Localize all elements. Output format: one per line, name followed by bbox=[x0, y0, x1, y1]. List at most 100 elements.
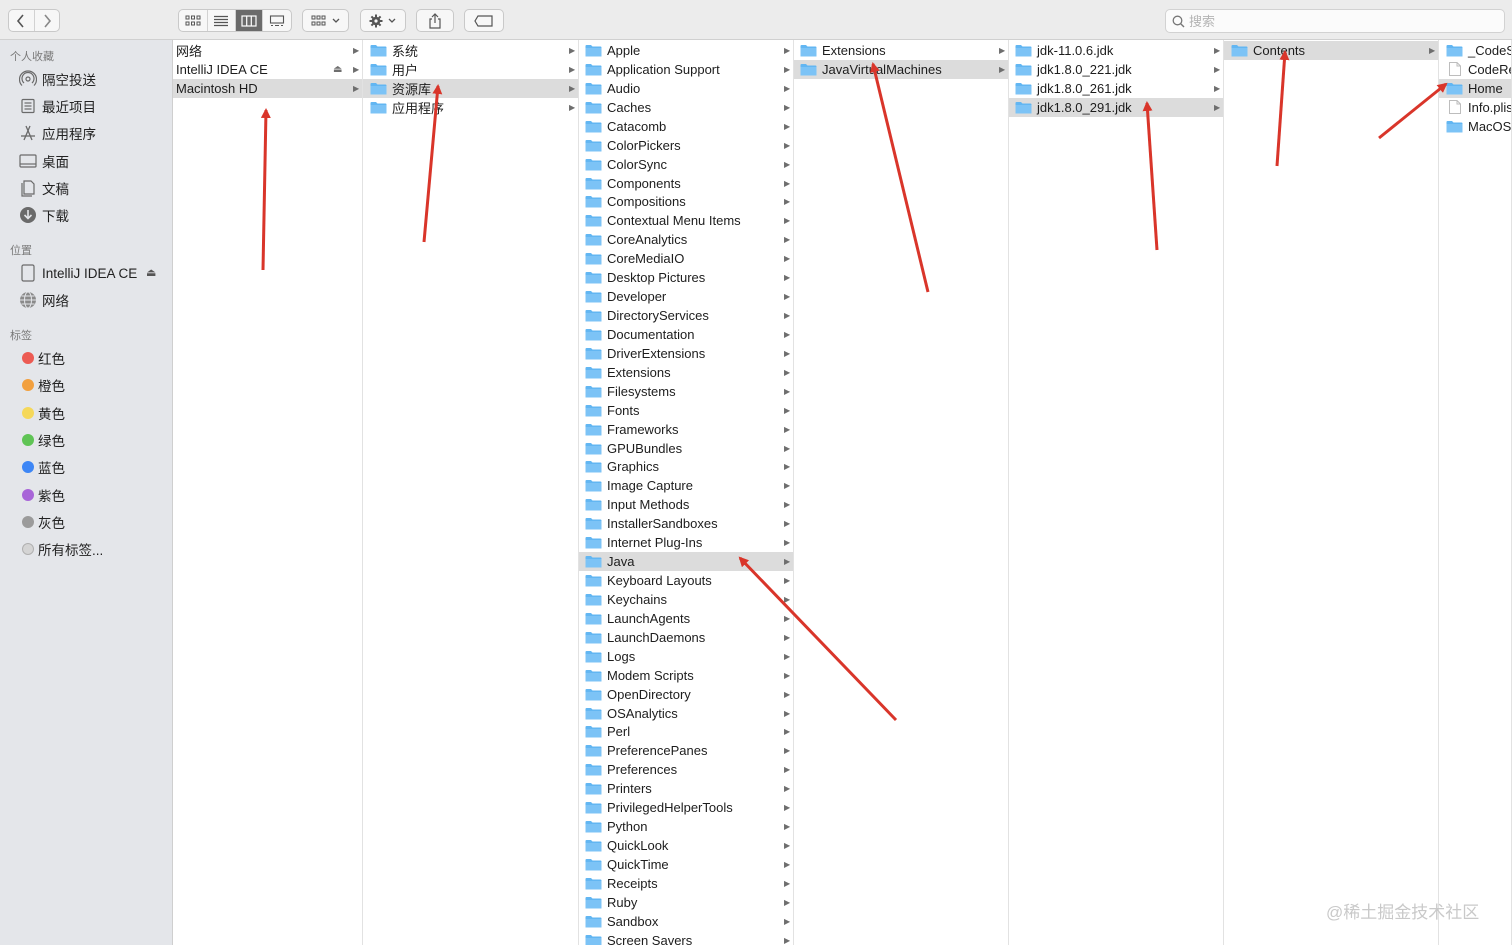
column-row[interactable]: Perl ▶ bbox=[579, 722, 793, 741]
column-row[interactable]: Graphics ▶ bbox=[579, 457, 793, 476]
column-row[interactable]: Compositions ▶ bbox=[579, 192, 793, 211]
column-row[interactable]: 网络 ▶ bbox=[173, 41, 362, 60]
column-row[interactable]: Apple ▶ bbox=[579, 41, 793, 60]
column-row[interactable]: Image Capture ▶ bbox=[579, 476, 793, 495]
column-row[interactable]: jdk1.8.0_291.jdk ▶ bbox=[1009, 97, 1223, 117]
sidebar-tag-item[interactable]: 黄色 bbox=[18, 402, 65, 424]
sidebar-tag-item[interactable]: 蓝色 bbox=[18, 456, 65, 478]
column-view-button[interactable] bbox=[235, 10, 264, 31]
icon-view-button[interactable] bbox=[179, 10, 208, 31]
column-row[interactable]: Contextual Menu Items ▶ bbox=[579, 211, 793, 230]
column-row[interactable]: CodeRe bbox=[1439, 60, 1511, 79]
column-row[interactable]: Modem Scripts ▶ bbox=[579, 666, 793, 685]
column-row[interactable]: QuickTime ▶ bbox=[579, 855, 793, 874]
share-button[interactable] bbox=[416, 9, 454, 32]
sidebar-tag-item[interactable]: 红色 bbox=[18, 347, 65, 369]
column-row[interactable]: Python ▶ bbox=[579, 817, 793, 836]
column-row[interactable]: Keychains ▶ bbox=[579, 590, 793, 609]
column-row[interactable]: ColorSync ▶ bbox=[579, 155, 793, 174]
column-row[interactable]: Extensions ▶ bbox=[794, 41, 1008, 60]
back-button[interactable] bbox=[9, 10, 35, 31]
column-row[interactable]: DirectoryServices ▶ bbox=[579, 306, 793, 325]
column-row[interactable]: Preferences ▶ bbox=[579, 760, 793, 779]
column-row[interactable]: Contents ▶ bbox=[1224, 41, 1438, 60]
column-row[interactable]: LaunchAgents ▶ bbox=[579, 609, 793, 628]
action-button[interactable] bbox=[360, 9, 406, 32]
column-row[interactable]: InstallerSandboxes ▶ bbox=[579, 514, 793, 533]
column-row[interactable]: Input Methods ▶ bbox=[579, 495, 793, 514]
sidebar-tag-item[interactable]: 绿色 bbox=[18, 429, 65, 451]
column-row[interactable]: jdk-11.0.6.jdk ▶ bbox=[1009, 41, 1223, 60]
sidebar-item-intellij-disk[interactable]: IntelliJ IDEA CE bbox=[18, 262, 137, 284]
group-button[interactable] bbox=[302, 9, 349, 32]
sidebar-tag-item[interactable]: 紫色 bbox=[18, 484, 65, 506]
column-row[interactable]: Components ▶ bbox=[579, 174, 793, 193]
column-row[interactable]: IntelliJ IDEA CE ⏏ ▶ bbox=[173, 60, 362, 79]
share-action[interactable] bbox=[417, 10, 453, 31]
column-row[interactable]: Internet Plug-Ins ▶ bbox=[579, 533, 793, 552]
column-row[interactable]: 系统 ▶ bbox=[363, 41, 578, 60]
column-row[interactable]: 应用程序 ▶ bbox=[363, 98, 578, 117]
action-menu[interactable] bbox=[361, 10, 405, 31]
sidebar-item-desktop[interactable]: 桌面 bbox=[18, 150, 69, 172]
column-row[interactable]: Audio ▶ bbox=[579, 79, 793, 98]
column-row[interactable]: OSAnalytics ▶ bbox=[579, 704, 793, 723]
sidebar-item-applications[interactable]: 应用程序 bbox=[18, 122, 96, 144]
column-row[interactable]: Desktop Pictures ▶ bbox=[579, 268, 793, 287]
column-row[interactable]: Ruby ▶ bbox=[579, 893, 793, 912]
gallery-view-button[interactable] bbox=[263, 10, 291, 31]
column-row[interactable]: DriverExtensions ▶ bbox=[579, 344, 793, 363]
sidebar-item-recents[interactable]: 最近项目 bbox=[18, 95, 96, 117]
column-row[interactable]: JavaVirtualMachines ▶ bbox=[794, 59, 1008, 79]
column-row[interactable]: Printers ▶ bbox=[579, 779, 793, 798]
column-row[interactable]: MacOS bbox=[1439, 117, 1511, 136]
sidebar-item-downloads[interactable]: 下载 bbox=[18, 204, 69, 226]
tag-action[interactable] bbox=[465, 10, 503, 31]
sidebar-item-airdrop[interactable]: 隔空投送 bbox=[18, 68, 96, 90]
column-row[interactable]: Info.plis bbox=[1439, 98, 1511, 117]
column-row[interactable]: Filesystems ▶ bbox=[579, 382, 793, 401]
column-row[interactable]: OpenDirectory ▶ bbox=[579, 685, 793, 704]
column-row[interactable]: Fonts ▶ bbox=[579, 401, 793, 420]
eject-icon[interactable]: ⏏ bbox=[146, 266, 156, 279]
tag-button[interactable] bbox=[464, 9, 504, 32]
column-row[interactable]: CoreMediaIO ▶ bbox=[579, 249, 793, 268]
column-row[interactable]: CoreAnalytics ▶ bbox=[579, 230, 793, 249]
column-row[interactable]: LaunchDaemons ▶ bbox=[579, 628, 793, 647]
column-row[interactable]: ColorPickers ▶ bbox=[579, 136, 793, 155]
column-row[interactable]: Java ▶ bbox=[579, 552, 793, 572]
column-row[interactable]: Sandbox ▶ bbox=[579, 912, 793, 931]
column-row[interactable]: Developer ▶ bbox=[579, 287, 793, 306]
sidebar-tag-item[interactable]: 橙色 bbox=[18, 374, 65, 396]
column-row[interactable]: Documentation ▶ bbox=[579, 325, 793, 344]
column-row[interactable]: Caches ▶ bbox=[579, 98, 793, 117]
column-row[interactable]: QuickLook ▶ bbox=[579, 836, 793, 855]
column-row[interactable]: Keyboard Layouts ▶ bbox=[579, 571, 793, 590]
sidebar-tag-item[interactable]: 所有标签... bbox=[18, 538, 103, 560]
column-row[interactable]: PrivilegedHelperTools ▶ bbox=[579, 798, 793, 817]
column-row[interactable]: 用户 ▶ bbox=[363, 60, 578, 79]
column-row[interactable]: 资源库 ▶ bbox=[363, 78, 578, 98]
column-row[interactable]: Catacomb ▶ bbox=[579, 117, 793, 136]
column-row[interactable]: Application Support ▶ bbox=[579, 60, 793, 79]
search-field[interactable] bbox=[1165, 9, 1505, 33]
column-row[interactable]: Receipts ▶ bbox=[579, 874, 793, 893]
column-row[interactable]: Extensions ▶ bbox=[579, 363, 793, 382]
column-row[interactable]: Logs ▶ bbox=[579, 647, 793, 666]
sidebar-item-documents[interactable]: 文稿 bbox=[18, 177, 69, 199]
column-row[interactable]: Screen Savers ▶ bbox=[579, 931, 793, 945]
column-row[interactable]: jdk1.8.0_261.jdk ▶ bbox=[1009, 79, 1223, 98]
column-row[interactable]: PreferencePanes ▶ bbox=[579, 741, 793, 760]
sidebar-item-network[interactable]: 网络 bbox=[18, 289, 69, 311]
column-row[interactable]: Frameworks ▶ bbox=[579, 420, 793, 439]
column-row[interactable]: Macintosh HD ▶ bbox=[173, 78, 362, 98]
column-row[interactable]: _CodeS bbox=[1439, 41, 1511, 60]
group-menu[interactable] bbox=[303, 10, 348, 31]
list-view-button[interactable] bbox=[208, 10, 236, 31]
column-row[interactable]: jdk1.8.0_221.jdk ▶ bbox=[1009, 60, 1223, 79]
eject-icon[interactable]: ⏏ bbox=[333, 64, 342, 75]
search-input[interactable] bbox=[1189, 13, 1489, 29]
column-row[interactable]: GPUBundles ▶ bbox=[579, 439, 793, 458]
column-row[interactable]: Home bbox=[1439, 78, 1511, 98]
forward-button[interactable] bbox=[35, 10, 60, 31]
